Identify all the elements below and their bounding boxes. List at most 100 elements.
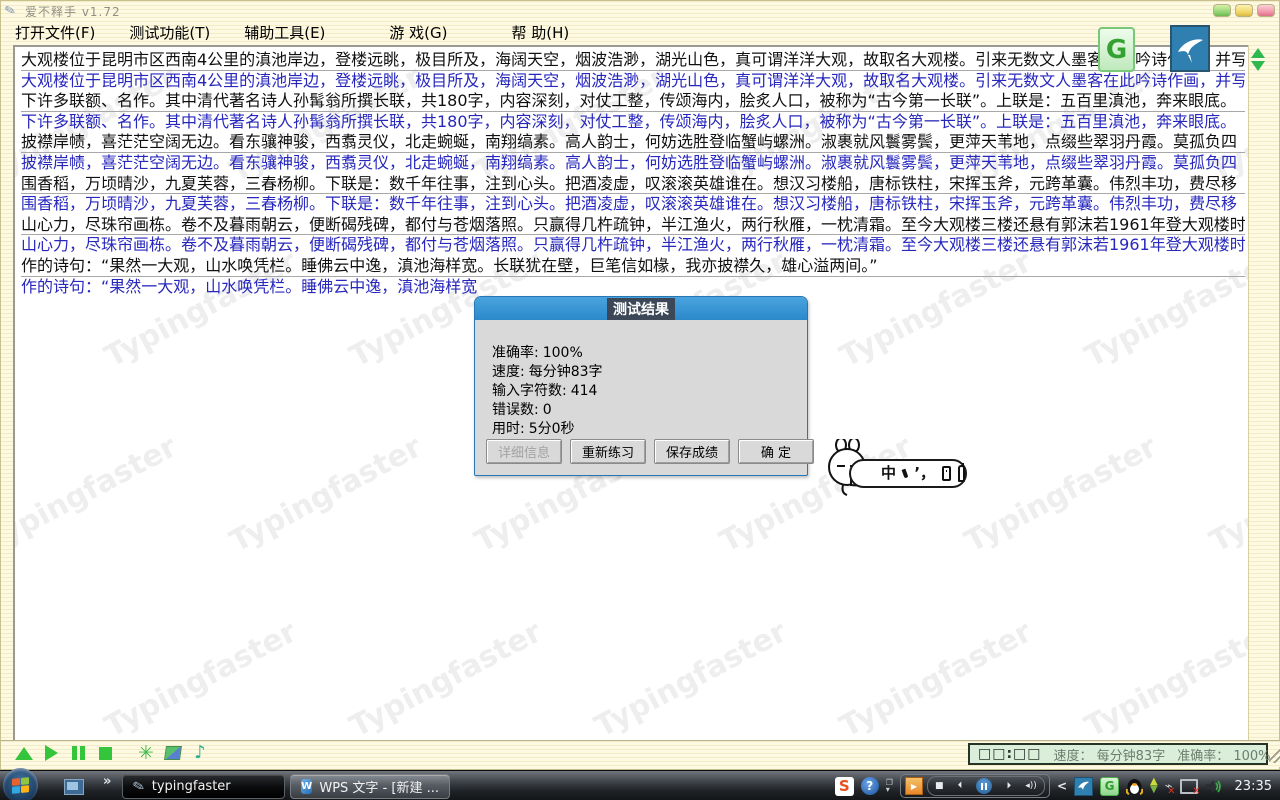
taskbar-button-wps[interactable]: W WPS 文字 - [新建 ...	[290, 774, 450, 799]
close-button[interactable]	[1257, 4, 1275, 17]
watermark-text: Typingfaster	[959, 429, 1162, 559]
qq-penguin-tray-icon[interactable]	[1126, 777, 1143, 795]
help-tray-icon[interactable]: ?	[861, 777, 879, 795]
ime-toolbar[interactable]: 中 ’，	[821, 439, 971, 497]
power-status-tray-icon[interactable]: ⌁	[1165, 779, 1173, 794]
ime-pill: 中 ’，	[849, 459, 967, 488]
show-desktop-icon[interactable]	[64, 779, 84, 795]
network-status-tray-icon[interactable]	[1180, 779, 1198, 794]
menu-open-file[interactable]: 打开文件(F)	[11, 22, 99, 43]
typed-text-line: 作的诗句：“果然一大观，山水唤凭栏。睡佛云中逸，滇池海样宽	[21, 277, 1245, 298]
green-g-tray-icon[interactable]: G	[1100, 777, 1119, 796]
save-score-button[interactable]: 保存成绩	[654, 439, 730, 464]
eject-button[interactable]	[15, 744, 33, 762]
media-player-toolbar: ▶ ■ ⏴ ⏵ ◂))	[900, 774, 1050, 798]
typed-text-line: 披襟岸帻，喜茫茫空阔无边。看东骧神骏，西翥灵仪，北走蜿蜒，南翔缟素。高人韵士，何…	[21, 153, 1245, 174]
package-icon[interactable]	[164, 744, 182, 762]
ime-keyboard-icon[interactable]	[942, 466, 951, 481]
stat-time-used: 用时:5分0秒	[492, 418, 579, 438]
typed-text-line: 下许多联额、名作。其中清代著名诗人孙髯翁所撰长联，共180字，内容深刻，对仗工整…	[21, 112, 1245, 133]
target-text-line: 大观楼位于昆明市区西南4公里的滇池岸边，登楼远眺，极目所及，海阔天空，烟波浩渺，…	[21, 50, 1245, 71]
system-tray: S ? ❐▾ ▶ ■ ⏴ ⏵ ◂)) < G	[835, 771, 1280, 800]
sogou-tray-icon[interactable]: S	[835, 777, 854, 796]
menu-help[interactable]: 帮 助(H)	[508, 22, 574, 43]
task-button-label: typingfaster	[152, 779, 231, 794]
windows-logo-icon	[12, 777, 29, 794]
ime-tools-icon[interactable]	[958, 465, 965, 482]
swallow-tray-icon[interactable]	[1074, 777, 1093, 796]
watermark-text: Typingfaster	[13, 429, 183, 559]
dialog-title: 测试结果	[607, 298, 675, 320]
watermark-text: Typingfaster	[834, 614, 1037, 741]
taskbar: » ✎ typingfaster W WPS 文字 - [新建 ... S ? …	[0, 770, 1280, 800]
taskbar-clock[interactable]: 23:35	[1235, 779, 1272, 794]
speed-status: 速度： 每分钟83字	[1054, 745, 1166, 764]
menu-games[interactable]: 游 戏(G)	[385, 22, 451, 43]
typing-lines: 大观楼位于昆明市区西南4公里的滇池岸边，登楼远眺，极目所及，海阔天空，烟波浩渺，…	[21, 50, 1245, 297]
tray-collapse-arrow[interactable]: <	[1057, 779, 1067, 793]
target-text-line: 围香稻，万顷晴沙，九夏芙蓉，三春杨柳。下联是：数千年往事，注到心头。把酒凌虚，叹…	[21, 174, 1245, 195]
music-note-icon[interactable]: ♪	[191, 744, 209, 762]
stat-char-count: 输入字符数:414	[492, 380, 601, 400]
test-result-dialog: 测试结果 准确率:100% 速度:每分钟83字 输入字符数:414 错误数:0 …	[474, 296, 808, 476]
wps-icon: W	[301, 779, 312, 794]
pen-icon: ✎	[131, 777, 146, 795]
watermark-text: Typingfaster	[99, 614, 302, 741]
menu-test-function[interactable]: 测试功能(T)	[125, 22, 214, 43]
ime-mode-chinese[interactable]: 中	[881, 466, 896, 481]
scroll-down-icon[interactable]	[1251, 61, 1265, 71]
settings-gear-icon[interactable]: ✳	[137, 744, 155, 762]
taskbar-button-typingfaster[interactable]: ✎ typingfaster	[122, 774, 285, 799]
accuracy-status: 准确率： 100%	[1177, 745, 1270, 764]
quicklaunch-overflow-chevron[interactable]: »	[103, 774, 111, 789]
media-thumbnail-icon[interactable]: ▶	[905, 777, 923, 795]
media-controls: ■ ⏴ ⏵ ◂))	[927, 776, 1045, 796]
target-text-line: 下许多联额、名作。其中清代著名诗人孙髯翁所撰长联，共180字，内容深刻，对仗工整…	[21, 91, 1245, 112]
swallow-app-icon[interactable]	[1170, 25, 1210, 72]
scroll-up-icon[interactable]	[1251, 48, 1265, 58]
media-prev-button[interactable]: ⏴	[958, 781, 963, 791]
menubar: 打开文件(F) 测试功能(T) 辅助工具(E) 游 戏(G) 帮 助(H)	[11, 21, 1271, 43]
green-g-app-icon[interactable]: G	[1098, 27, 1135, 72]
menu-assist-tools[interactable]: 辅助工具(E)	[240, 22, 329, 43]
minimize-button[interactable]	[1213, 4, 1231, 17]
maximize-button[interactable]	[1235, 4, 1253, 17]
scrollbar[interactable]	[1248, 45, 1267, 741]
ime-shape-icon[interactable]	[902, 469, 909, 479]
typed-text-line: 山心力，尽珠帘画栋。卷不及暮雨朝云，便断碣残碑，都付与苍烟落照。只赢得几杵疏钟，…	[21, 235, 1245, 256]
pause-button[interactable]	[69, 744, 87, 762]
watermark-text: Typingfaster	[589, 614, 792, 741]
play-button[interactable]	[42, 744, 60, 762]
status-panel: □□:□□ 速度： 每分钟83字 准确率： 100%	[968, 743, 1268, 765]
g-glyph: G	[1106, 35, 1127, 65]
volume-tray-icon[interactable]	[1205, 779, 1222, 794]
transfer-arrows-tray-icon[interactable]: ▲▼	[1150, 778, 1158, 794]
media-next-button[interactable]: ⏵	[1007, 781, 1012, 791]
task-button-label: WPS 文字 - [新建 ...	[319, 777, 439, 796]
target-text-line: 山心力，尽珠帘画栋。卷不及暮雨朝云，便断碣残碑，都付与苍烟落照。只赢得几杵疏钟，…	[21, 215, 1245, 236]
target-text-line: 作的诗句：“果然一大观，山水唤凭栏。睡佛云中逸，滇池海样宽。长联犹在壁，巨笔信如…	[21, 256, 1245, 277]
app-window: ✎ 爱不释手 v1.72 打开文件(F) 测试功能(T) 辅助工具(E) 游 戏…	[0, 0, 1280, 770]
tray-mini-controls[interactable]: ❐▾	[886, 779, 893, 793]
titlebar: ✎ 爱不释手 v1.72	[1, 1, 1280, 21]
window-title: 爱不释手 v1.72	[25, 3, 121, 20]
resize-grip[interactable]	[1269, 747, 1280, 763]
ime-punctuation[interactable]: ’，	[914, 466, 935, 481]
media-stop-button[interactable]: ■	[935, 781, 944, 791]
watermark-text: Typingfaster	[224, 429, 427, 559]
ok-button[interactable]: 确 定	[738, 439, 814, 464]
start-button[interactable]	[3, 768, 38, 800]
media-volume-button[interactable]: ◂))	[1025, 781, 1037, 791]
stop-button[interactable]	[96, 744, 114, 762]
media-pause-button[interactable]	[976, 778, 992, 794]
desktop: ✎ 爱不释手 v1.72 打开文件(F) 测试功能(T) 辅助工具(E) 游 戏…	[0, 0, 1280, 800]
timer-display: □□:□□	[978, 746, 1042, 762]
stat-errors: 错误数:0	[492, 399, 556, 419]
swallow-icon	[1174, 32, 1206, 66]
dialog-titlebar[interactable]: 测试结果	[475, 297, 807, 320]
stat-accuracy: 准确率:100%	[492, 342, 587, 362]
app-bottom-toolbar: ✳ ♪ □□:□□ 速度： 每分钟83字 准确率： 100%	[1, 740, 1280, 767]
retry-button[interactable]: 重新练习	[570, 439, 646, 464]
dialog-body: 准确率:100% 速度:每分钟83字 输入字符数:414 错误数:0 用时:5分…	[475, 320, 807, 474]
typed-text-line: 围香稻，万顷晴沙，九夏芙蓉，三春杨柳。下联是：数千年往事，注到心头。把酒凌虚，叹…	[21, 194, 1245, 215]
